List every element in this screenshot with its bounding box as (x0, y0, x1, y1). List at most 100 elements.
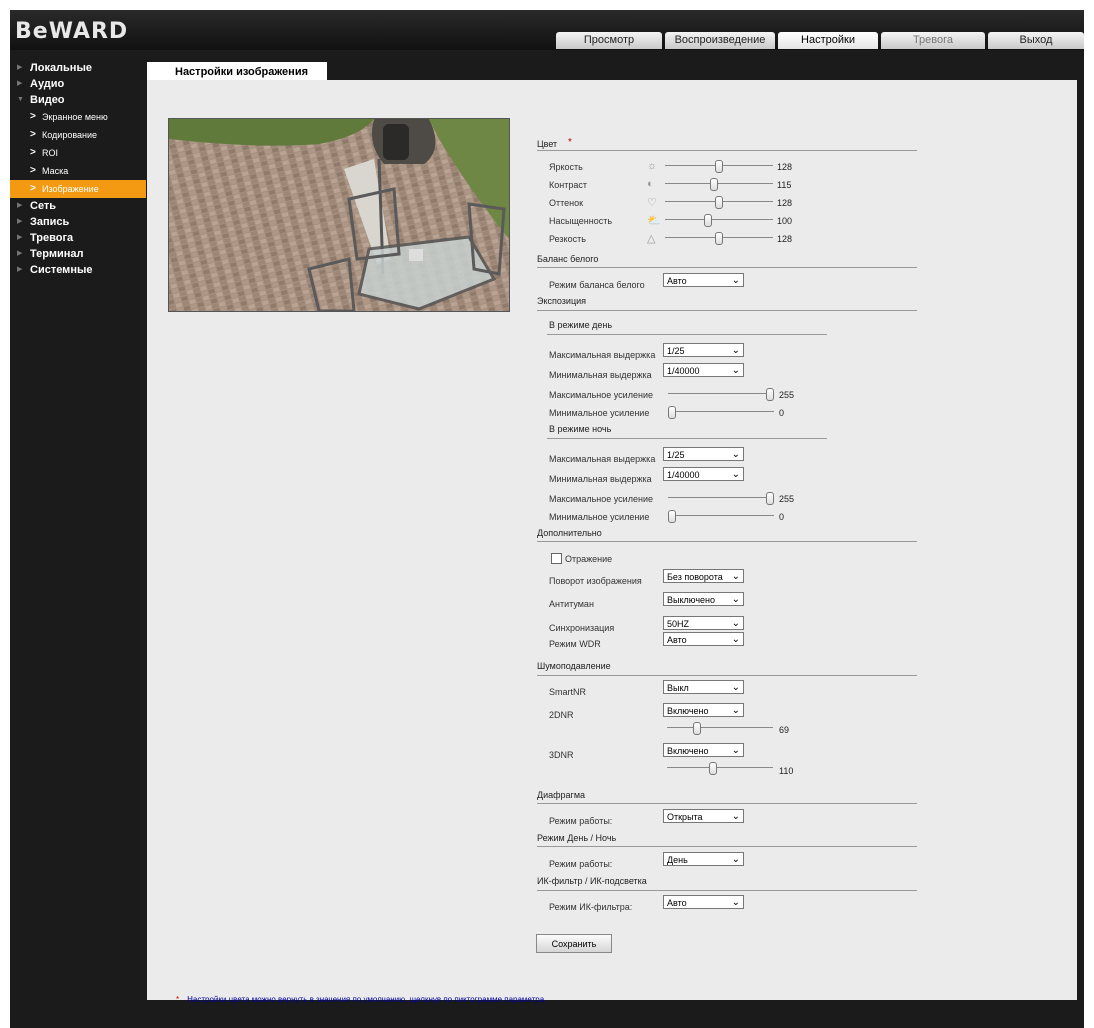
slider-value-3: 100 (777, 216, 793, 226)
color-slider-3-track (665, 219, 773, 220)
color-slider-1-handle[interactable] (710, 178, 718, 191)
chevron-down-icon: ⌄ (731, 705, 740, 716)
chevron-down-icon: ⌄ (731, 365, 740, 376)
tab-exit[interactable]: Выход (988, 32, 1084, 49)
section-divider (537, 541, 917, 542)
tab-view[interactable]: Просмотр (556, 32, 662, 49)
tab-playback[interactable]: Воспроизведение (665, 32, 775, 49)
sidebar-item-encoding[interactable]: > Кодирование (10, 126, 146, 144)
chevron-down-icon: ⌄ (731, 618, 740, 629)
sidebar-item-network[interactable]: ▶ Сеть (10, 198, 146, 214)
iris-mode-label: Режим работы: (549, 816, 613, 826)
smartnr-label: SmartNR (549, 687, 587, 697)
dnr3-select-value: Включено (667, 746, 709, 756)
min-shutter-select-day-value: 1/40000 (667, 366, 700, 376)
dnr2-select-value: Включено (667, 706, 709, 716)
max-shutter-select-night[interactable]: 1/25 ⌄ (663, 447, 744, 461)
sync-label: Синхронизация (549, 623, 615, 633)
min-shutter-select-night[interactable]: 1/40000 ⌄ (663, 467, 744, 481)
section-title-additional: Дополнительно (537, 528, 602, 538)
defog-select-value: Выключено (667, 595, 715, 605)
color-slider-4-handle[interactable] (715, 232, 723, 245)
dnr3-value: 110 (779, 766, 794, 776)
sharpness-icon[interactable]: △ (647, 232, 655, 245)
min-shutter-label: Минимальная выдержка (549, 474, 652, 484)
sidebar-item-audio[interactable]: ▶ Аудио (10, 76, 146, 92)
ircut-mode-select[interactable]: Авто ⌄ (663, 895, 744, 909)
sidebar-item-system[interactable]: ▶ Системные (10, 262, 146, 278)
min-gain-slider-day-handle[interactable] (668, 406, 676, 419)
slider-value-1: 115 (777, 180, 792, 190)
min-gain-value: 0 (779, 512, 785, 522)
section-divider (537, 150, 917, 151)
sidebar-item-osd[interactable]: > Экранное меню (10, 108, 146, 126)
sidebar-item-alarm[interactable]: ▶ Тревога (10, 230, 146, 246)
max-gain-slider-day-handle[interactable] (766, 388, 774, 401)
daynight-mode-select[interactable]: День ⌄ (663, 852, 744, 866)
color-slider-0-handle[interactable] (715, 160, 723, 173)
defog-label: Антитуман (549, 599, 594, 609)
dnr2-select[interactable]: Включено ⌄ (663, 703, 744, 717)
max-gain-value: 255 (779, 390, 795, 400)
ircut-mode-select-value: Авто (667, 898, 687, 908)
color-slider-1-track (665, 183, 773, 184)
max-shutter-select-day[interactable]: 1/25 ⌄ (663, 343, 744, 357)
image-settings-form: Цвет * Яркость ☼ 128 Контраст ◐ 115 Оттенок ♡ 128 Н… (147, 80, 1077, 1000)
chevron-down-icon: ⌄ (731, 275, 740, 286)
tab-alarm[interactable]: Тревога (881, 32, 985, 49)
ircut-mode-label: Режим ИК-фильтра: (549, 902, 633, 912)
hue-icon[interactable]: ♡ (647, 196, 657, 209)
max-gain-value: 255 (779, 494, 795, 504)
contrast-icon[interactable]: ◐ (647, 178, 654, 190)
sidebar-item-video[interactable]: ▼ Видео (10, 92, 146, 108)
section-divider (537, 803, 917, 804)
rotation-select[interactable]: Без поворота ⌄ (663, 569, 744, 583)
tab-settings[interactable]: Настройки (778, 32, 878, 49)
max-shutter-select-night-value: 1/25 (667, 450, 685, 460)
dnr3-slider-track (667, 767, 773, 768)
section-title-color: Цвет (537, 139, 558, 149)
arrow-right-icon: ▶ (17, 202, 23, 209)
chevron-right-icon: > (30, 183, 36, 194)
chevron-down-icon: ⌄ (731, 854, 740, 865)
sync-select-value: 50HZ (667, 619, 690, 629)
brightness-icon[interactable]: ☼ (647, 160, 657, 172)
color-slider-3-handle[interactable] (704, 214, 712, 227)
arrow-right-icon: ▶ (17, 218, 23, 225)
min-shutter-label: Минимальная выдержка (549, 370, 652, 380)
chevron-down-icon: ⌄ (731, 469, 740, 480)
section-title-iris: Диафрагма (537, 790, 586, 800)
dnr2-slider-handle[interactable] (693, 722, 701, 735)
max-shutter-label: Максимальная выдержка (549, 454, 656, 464)
smartnr-select[interactable]: Выкл ⌄ (663, 680, 744, 694)
min-gain-slider-night-handle[interactable] (668, 510, 676, 523)
iris-mode-select[interactable]: Открыта ⌄ (663, 809, 744, 823)
mirror-checkbox[interactable] (551, 553, 562, 564)
sidebar-item-roi[interactable]: > ROI (10, 144, 146, 162)
sync-select[interactable]: 50HZ ⌄ (663, 616, 744, 630)
sidebar-item-local[interactable]: ▶ Локальные (10, 60, 146, 76)
sidebar-item-mask[interactable]: > Маска (10, 162, 146, 180)
chevron-down-icon: ⌄ (731, 345, 740, 356)
min-shutter-select-day[interactable]: 1/40000 ⌄ (663, 363, 744, 377)
chevron-right-icon: > (30, 147, 36, 158)
white-balance-mode-select[interactable]: Авто ⌄ (663, 273, 744, 287)
color-slider-2-handle[interactable] (715, 196, 723, 209)
sidebar-item-terminal[interactable]: ▶ Терминал (10, 246, 146, 262)
arrow-right-icon: ▶ (17, 250, 23, 257)
max-shutter-select-day-value: 1/25 (667, 346, 685, 356)
dnr3-slider-handle[interactable] (709, 762, 717, 775)
dnr3-select[interactable]: Включено ⌄ (663, 743, 744, 757)
section-title-daynight: Режим День / Ночь (537, 833, 617, 843)
save-button[interactable]: Сохранить (536, 934, 612, 953)
sidebar-item-record[interactable]: ▶ Запись (10, 214, 146, 230)
sidebar-item-image[interactable]: > Изображение (10, 180, 146, 198)
wdr-select[interactable]: Авто ⌄ (663, 632, 744, 646)
max-gain-slider-night-handle[interactable] (766, 492, 774, 505)
defog-select[interactable]: Выключено ⌄ (663, 592, 744, 606)
slider-label-4: Резкость (549, 234, 586, 244)
footnote-mark: * (176, 995, 180, 1004)
daynight-mode-label: Режим работы: (549, 859, 613, 869)
page-title: Настройки изображения (147, 62, 327, 82)
saturation-icon[interactable]: ⛅ (647, 214, 661, 227)
